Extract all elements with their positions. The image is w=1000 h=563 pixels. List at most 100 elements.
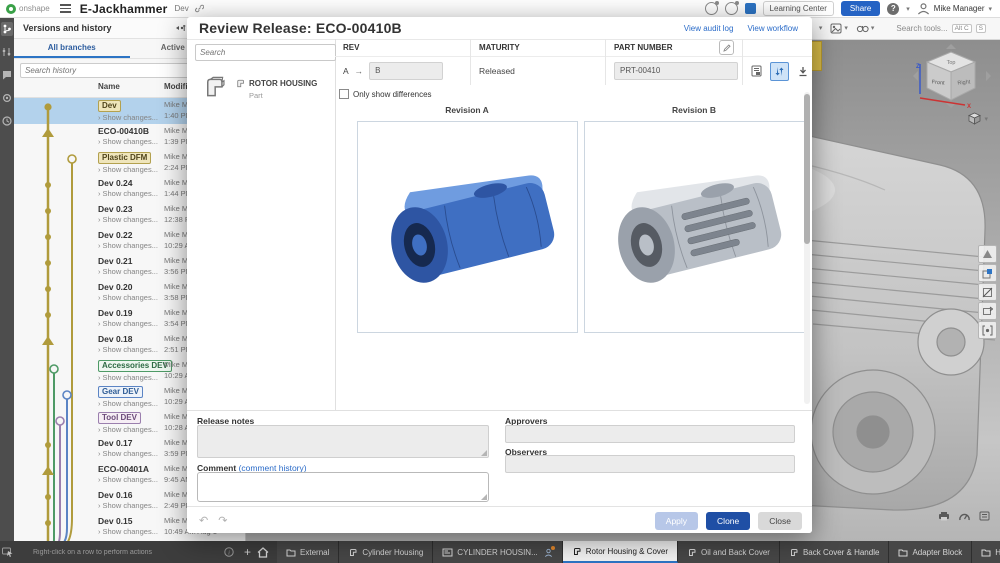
view-mode-icon[interactable]	[978, 245, 997, 263]
version-name: Plastic DFM	[98, 152, 151, 164]
isometric-view-icon[interactable]	[978, 264, 997, 282]
main-menu-icon[interactable]	[60, 4, 71, 13]
upgrade-icon[interactable]	[745, 3, 756, 14]
view-workflow-link[interactable]: View workflow	[747, 24, 798, 33]
insert-image-tool-icon[interactable]: ▾	[830, 23, 848, 34]
show-changes-link[interactable]: ›Show changes...	[98, 267, 164, 276]
help-icon[interactable]: ?	[887, 3, 899, 15]
add-tab-button[interactable]: +	[244, 545, 251, 559]
view-orientation-button[interactable]: ▾	[968, 112, 988, 125]
comment-textarea[interactable]	[197, 472, 489, 502]
show-changes-link[interactable]: ›Show changes...	[98, 501, 164, 510]
part-icon	[348, 547, 358, 557]
show-changes-link[interactable]: ›Show changes...	[98, 319, 164, 328]
app-store-icon[interactable]	[725, 2, 738, 15]
revision-b-preview[interactable]	[584, 121, 805, 333]
viewport-bottom-icons	[938, 511, 990, 521]
close-button[interactable]: Close	[758, 512, 802, 530]
show-changes-link[interactable]: ›Show changes...	[98, 373, 164, 382]
share-button[interactable]: Share	[841, 1, 880, 16]
maturity-value: Released	[479, 66, 515, 76]
dialog-scrollbar[interactable]	[804, 92, 810, 404]
tab-cylinder-housing[interactable]: Cylinder Housing	[339, 541, 433, 563]
compare-icon[interactable]	[770, 62, 789, 81]
section-view-icon[interactable]	[978, 283, 997, 301]
configurations-panel-icon[interactable]	[1, 45, 13, 59]
show-changes-link[interactable]: ›Show changes...	[98, 215, 164, 224]
toolbar-dropdown-icon[interactable]: ▾	[819, 24, 823, 32]
info-icon[interactable]: i	[224, 547, 234, 557]
app-header: onshape E-Jackhammer Dev Learning Center…	[0, 0, 1000, 18]
view-audit-log-link[interactable]: View audit log	[684, 24, 734, 33]
show-changes-link[interactable]: ›Show changes...	[98, 241, 164, 250]
apply-button[interactable]: Apply	[655, 512, 698, 530]
redo-icon[interactable]: ↷	[218, 514, 227, 527]
notifications-icon[interactable]	[705, 2, 718, 15]
follow-mode-panel-icon[interactable]	[1, 91, 13, 105]
show-changes-link[interactable]: ›Show changes...	[98, 345, 164, 354]
release-notes-textarea[interactable]	[197, 425, 489, 458]
history-panel-icon[interactable]	[1, 114, 13, 128]
comments-panel-icon[interactable]	[1, 68, 13, 82]
tab-all-branches[interactable]: All branches	[14, 39, 130, 58]
user-chevron-icon: ▾	[988, 5, 992, 13]
onshape-logo[interactable]: onshape	[6, 4, 50, 14]
part-number-input[interactable]: PRT-00410	[614, 62, 738, 80]
tab-oil-and-back-cover[interactable]: Oil and Back Cover	[678, 541, 780, 563]
share-version-icon[interactable]	[175, 23, 187, 33]
tab-bar-hint: Right-click on a row to perform actions	[33, 549, 218, 556]
named-views-icon[interactable]	[978, 302, 997, 320]
revision-a-preview[interactable]	[357, 121, 578, 333]
user-menu[interactable]: Mike Manager ▾	[917, 2, 992, 15]
versions-history-panel-icon[interactable]	[1, 22, 13, 36]
hide-others-icon[interactable]	[978, 321, 997, 339]
workspace-label[interactable]: Dev	[175, 4, 189, 13]
part-icon	[572, 546, 582, 556]
version-name: Dev 0.16	[98, 490, 133, 500]
properties-icon[interactable]	[747, 62, 766, 81]
chevron-right-icon: ›	[98, 319, 101, 328]
measure-tool-icon[interactable]: ▾	[856, 23, 875, 33]
tab-external[interactable]: External	[277, 541, 339, 563]
version-name: Dev 0.20	[98, 282, 133, 292]
clone-button[interactable]: Clone	[706, 512, 750, 530]
dialog-search-input[interactable]	[195, 44, 336, 61]
show-changes-link[interactable]: ›Show changes...	[98, 113, 164, 122]
show-changes-link[interactable]: ›Show changes...	[98, 137, 164, 146]
search-tools-label[interactable]: Search tools...	[896, 24, 947, 33]
undo-icon[interactable]: ↶	[199, 514, 208, 527]
show-changes-link[interactable]: ›Show changes...	[98, 165, 164, 174]
show-changes-link[interactable]: ›Show changes...	[98, 399, 164, 408]
item-type: Part	[249, 91, 317, 100]
only-differences-checkbox[interactable]	[339, 89, 349, 99]
learning-center-button[interactable]: Learning Center	[763, 1, 834, 16]
tab-handle[interactable]: Handle	[972, 541, 1000, 563]
tab-back-cover-handle[interactable]: Back Cover & Handle	[780, 541, 889, 563]
release-item[interactable]: ROTOR HOUSING Part	[201, 74, 335, 101]
observers-input[interactable]	[505, 455, 795, 473]
show-changes-link[interactable]: ›Show changes...	[98, 189, 164, 198]
edit-part-number-icon[interactable]	[719, 40, 734, 55]
help-chevron-icon[interactable]: ▾	[906, 5, 910, 13]
show-changes-link[interactable]: ›Show changes...	[98, 293, 164, 302]
download-icon[interactable]	[793, 62, 812, 81]
shortcuts-icon[interactable]	[979, 511, 990, 521]
tab-cylinder-housin[interactable]: CYLINDER HOUSIN...	[433, 541, 562, 563]
context-menu-icon[interactable]	[2, 547, 13, 557]
print-icon[interactable]	[938, 511, 950, 521]
rev-to-input[interactable]: B	[369, 62, 443, 80]
show-changes-link[interactable]: ›Show changes...	[98, 425, 164, 434]
chevron-right-icon: ›	[98, 527, 101, 536]
link-icon[interactable]	[195, 4, 204, 13]
show-changes-link[interactable]: ›Show changes...	[98, 449, 164, 458]
approvers-input[interactable]	[505, 425, 795, 443]
part-number-header: PART NUMBER	[614, 39, 673, 56]
show-changes-link[interactable]: ›Show changes...	[98, 475, 164, 484]
home-button[interactable]	[257, 547, 269, 558]
view-cube[interactable]: Top Front Right Z X	[907, 42, 995, 112]
performance-gauge-icon[interactable]	[959, 511, 970, 521]
tab-adapter-block[interactable]: Adapter Block	[889, 541, 972, 563]
show-changes-link[interactable]: ›Show changes...	[98, 527, 164, 536]
only-differences-label: Only show differences	[353, 90, 432, 99]
tab-rotor-housing-cover[interactable]: Rotor Housing & Cover	[563, 541, 678, 563]
